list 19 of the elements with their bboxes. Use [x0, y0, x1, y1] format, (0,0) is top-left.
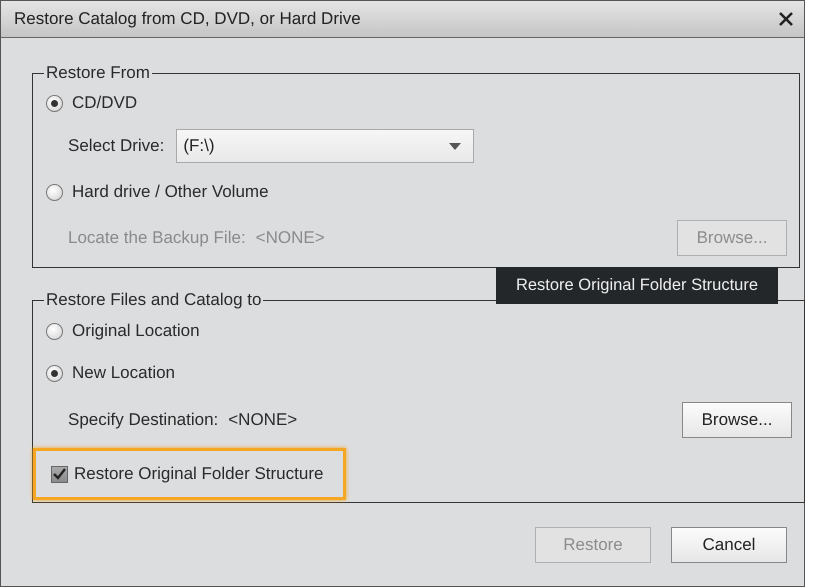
tooltip: Restore Original Folder Structure	[496, 267, 778, 304]
caret-icon	[449, 142, 462, 150]
radio-option[interactable]: Hard drive / Other Volume	[46, 182, 269, 202]
window-title: Restore Catalog from CD, DVD, or Hard Drive	[14, 9, 361, 29]
radio-option[interactable]: New Location	[46, 363, 176, 383]
close-icon[interactable]	[778, 11, 794, 27]
radio-option[interactable]: Original Location	[46, 321, 200, 341]
field-value: <NONE>	[228, 410, 298, 430]
field-value: <NONE>	[256, 228, 325, 248]
field-label: Specify Destination:	[68, 410, 218, 430]
field-label: Select Drive:	[68, 136, 164, 156]
radio-option[interactable]: CD/DVD	[46, 93, 138, 113]
group-legend: Restore From	[44, 63, 152, 83]
field-label: Locate the Backup File:	[68, 228, 246, 248]
drive-dropdown[interactable]: (F:\)	[176, 129, 474, 163]
dialog-button[interactable]: Cancel	[671, 527, 787, 563]
folder-structure-checkbox[interactable]: Restore Original Folder Structure	[51, 464, 324, 484]
group-legend: Restore Files and Catalog to	[44, 290, 264, 310]
browse-button[interactable]: Browse...	[682, 402, 792, 438]
